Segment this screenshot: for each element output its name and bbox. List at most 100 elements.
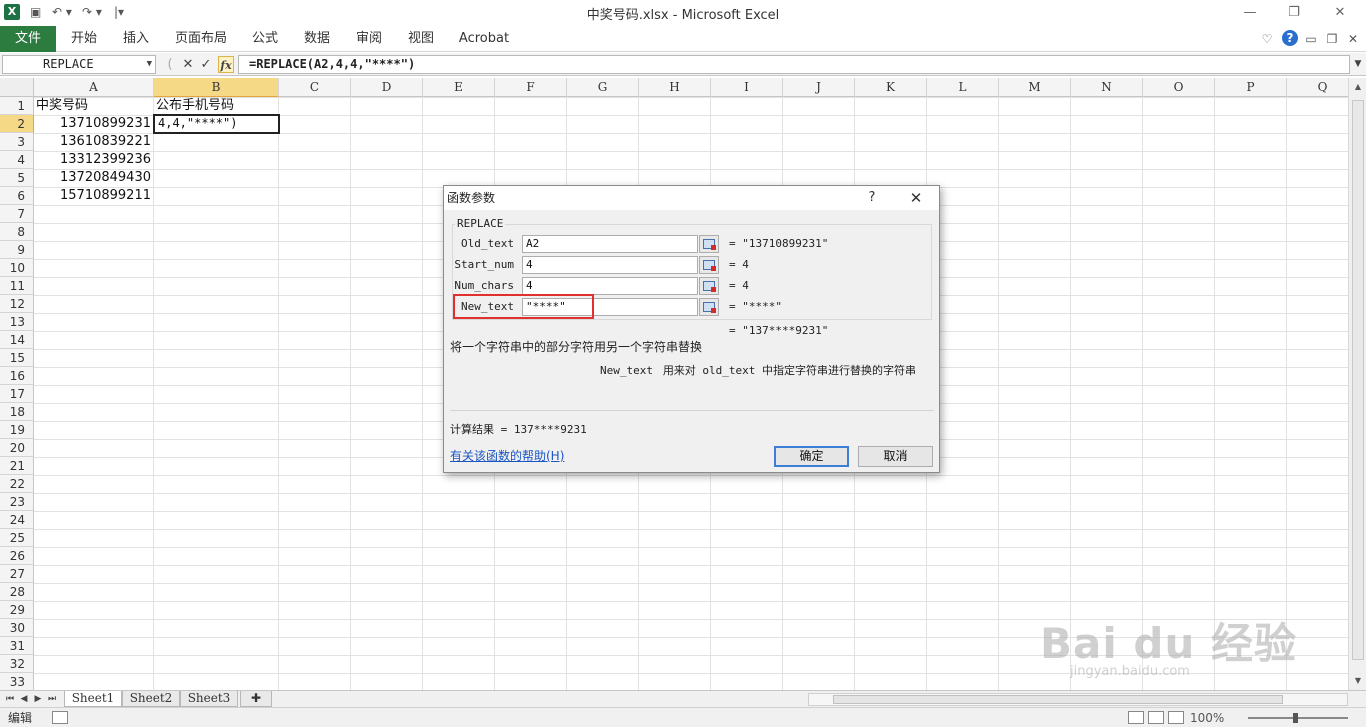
- row-header-30[interactable]: 30: [0, 619, 34, 637]
- column-header-q[interactable]: Q: [1287, 78, 1348, 97]
- row-header-2[interactable]: 2: [0, 115, 34, 133]
- prev-sheet-icon[interactable]: ◀: [18, 691, 30, 707]
- row-header-7[interactable]: 7: [0, 205, 34, 223]
- workbook-minimize-icon[interactable]: ▭: [1304, 30, 1318, 48]
- column-header-g[interactable]: G: [567, 78, 639, 97]
- close-window-icon[interactable]: ✕: [1326, 4, 1354, 22]
- collapse-dialog-icon[interactable]: [699, 235, 719, 253]
- row-header-11[interactable]: 11: [0, 277, 34, 295]
- column-header-a[interactable]: A: [34, 78, 154, 97]
- column-header-h[interactable]: H: [639, 78, 711, 97]
- tab-view[interactable]: 视图: [400, 26, 442, 52]
- tab-acrobat[interactable]: Acrobat: [454, 26, 514, 52]
- vertical-scroll-thumb[interactable]: [1352, 100, 1364, 660]
- column-header-e[interactable]: E: [423, 78, 495, 97]
- row-header-1[interactable]: 1: [0, 97, 34, 115]
- arg-input-num-chars[interactable]: 4: [522, 277, 698, 295]
- row-header-3[interactable]: 3: [0, 133, 34, 151]
- row-header-16[interactable]: 16: [0, 367, 34, 385]
- column-header-n[interactable]: N: [1071, 78, 1143, 97]
- row-header-29[interactable]: 29: [0, 601, 34, 619]
- collapse-dialog-icon[interactable]: [699, 256, 719, 274]
- row-header-25[interactable]: 25: [0, 529, 34, 547]
- ribbon-minimize-icon[interactable]: ♡: [1260, 30, 1274, 48]
- enter-formula-icon[interactable]: ✓: [198, 56, 214, 73]
- row-header-17[interactable]: 17: [0, 385, 34, 403]
- next-sheet-icon[interactable]: ▶: [32, 691, 44, 707]
- sheet-tab-sheet2[interactable]: Sheet2: [122, 691, 180, 707]
- workbook-restore-icon[interactable]: ❐: [1324, 30, 1340, 48]
- row-header-19[interactable]: 19: [0, 421, 34, 439]
- dialog-help-icon[interactable]: ?: [864, 189, 880, 207]
- insert-sheet-icon[interactable]: ✚: [240, 691, 272, 707]
- row-header-18[interactable]: 18: [0, 403, 34, 421]
- tab-file[interactable]: 文件: [0, 26, 56, 52]
- cell-a5[interactable]: 13720849430: [34, 169, 154, 187]
- row-header-14[interactable]: 14: [0, 331, 34, 349]
- scroll-up-icon[interactable]: ▲: [1349, 82, 1366, 91]
- column-header-l[interactable]: L: [927, 78, 999, 97]
- select-all-corner[interactable]: [0, 78, 34, 97]
- cancel-button[interactable]: 取消: [858, 446, 933, 467]
- column-header-m[interactable]: M: [999, 78, 1071, 97]
- collapse-dialog-icon[interactable]: [699, 298, 719, 316]
- horizontal-scroll-thumb[interactable]: [833, 695, 1283, 704]
- row-header-8[interactable]: 8: [0, 223, 34, 241]
- column-header-f[interactable]: F: [495, 78, 567, 97]
- function-help-link[interactable]: 有关该函数的帮助(H): [450, 448, 564, 464]
- row-header-13[interactable]: 13: [0, 313, 34, 331]
- help-icon[interactable]: ?: [1282, 30, 1298, 46]
- column-header-c[interactable]: C: [279, 78, 351, 97]
- cancel-formula-icon[interactable]: ✕: [180, 56, 196, 73]
- insert-function-icon[interactable]: fx: [218, 56, 234, 73]
- row-header-12[interactable]: 12: [0, 295, 34, 313]
- column-header-p[interactable]: P: [1215, 78, 1287, 97]
- page-break-view-icon[interactable]: [1168, 711, 1184, 724]
- tab-data[interactable]: 数据: [296, 26, 338, 52]
- cell-a3[interactable]: 13610839221: [34, 133, 154, 151]
- row-header-6[interactable]: 6: [0, 187, 34, 205]
- dialog-title-bar[interactable]: 函数参数 ? ✕: [444, 186, 939, 210]
- scroll-down-icon[interactable]: ▼: [1349, 676, 1366, 685]
- sheet-tab-sheet1[interactable]: Sheet1: [64, 691, 122, 707]
- horizontal-scrollbar[interactable]: [808, 693, 1348, 706]
- column-header-i[interactable]: I: [711, 78, 783, 97]
- restore-icon[interactable]: ❐: [1280, 4, 1308, 22]
- tab-insert[interactable]: 插入: [114, 26, 158, 52]
- cell-a6[interactable]: 15710899211: [34, 187, 154, 205]
- tab-formulas[interactable]: 公式: [244, 26, 286, 52]
- row-header-15[interactable]: 15: [0, 349, 34, 367]
- formula-input[interactable]: =REPLACE(A2,4,4,"****"): [238, 55, 1350, 74]
- row-header-31[interactable]: 31: [0, 637, 34, 655]
- first-sheet-icon[interactable]: ⏮: [4, 691, 16, 707]
- cell-b1[interactable]: 公布手机号码: [156, 97, 280, 115]
- row-header-4[interactable]: 4: [0, 151, 34, 169]
- chevron-down-icon[interactable]: ▼: [147, 56, 152, 73]
- row-header-26[interactable]: 26: [0, 547, 34, 565]
- minimize-icon[interactable]: —: [1236, 4, 1264, 22]
- zoom-slider[interactable]: [1238, 713, 1358, 723]
- cell-a1[interactable]: 中奖号码: [36, 97, 154, 115]
- tab-page-layout[interactable]: 页面布局: [168, 26, 234, 52]
- row-header-9[interactable]: 9: [0, 241, 34, 259]
- cell-b2-active[interactable]: 4,4,"****"): [153, 114, 280, 134]
- formula-bar-expand-arrow-icon[interactable]: ▼: [1352, 56, 1364, 73]
- arg-input-start-num[interactable]: 4: [522, 256, 698, 274]
- last-sheet-icon[interactable]: ⏭: [46, 691, 58, 707]
- page-layout-view-icon[interactable]: [1148, 711, 1164, 724]
- normal-view-icon[interactable]: [1128, 711, 1144, 724]
- row-header-10[interactable]: 10: [0, 259, 34, 277]
- row-header-27[interactable]: 27: [0, 565, 34, 583]
- dialog-close-icon[interactable]: ✕: [906, 188, 926, 208]
- zoom-thumb[interactable]: [1293, 713, 1298, 723]
- workbook-close-icon[interactable]: ✕: [1346, 30, 1360, 48]
- row-header-23[interactable]: 23: [0, 493, 34, 511]
- ok-button[interactable]: 确定: [774, 446, 849, 467]
- row-header-28[interactable]: 28: [0, 583, 34, 601]
- row-header-22[interactable]: 22: [0, 475, 34, 493]
- column-header-o[interactable]: O: [1143, 78, 1215, 97]
- zoom-level[interactable]: 100%: [1190, 710, 1224, 726]
- row-header-32[interactable]: 32: [0, 655, 34, 673]
- name-box[interactable]: REPLACE ▼: [2, 55, 156, 74]
- macro-record-icon[interactable]: [52, 711, 68, 724]
